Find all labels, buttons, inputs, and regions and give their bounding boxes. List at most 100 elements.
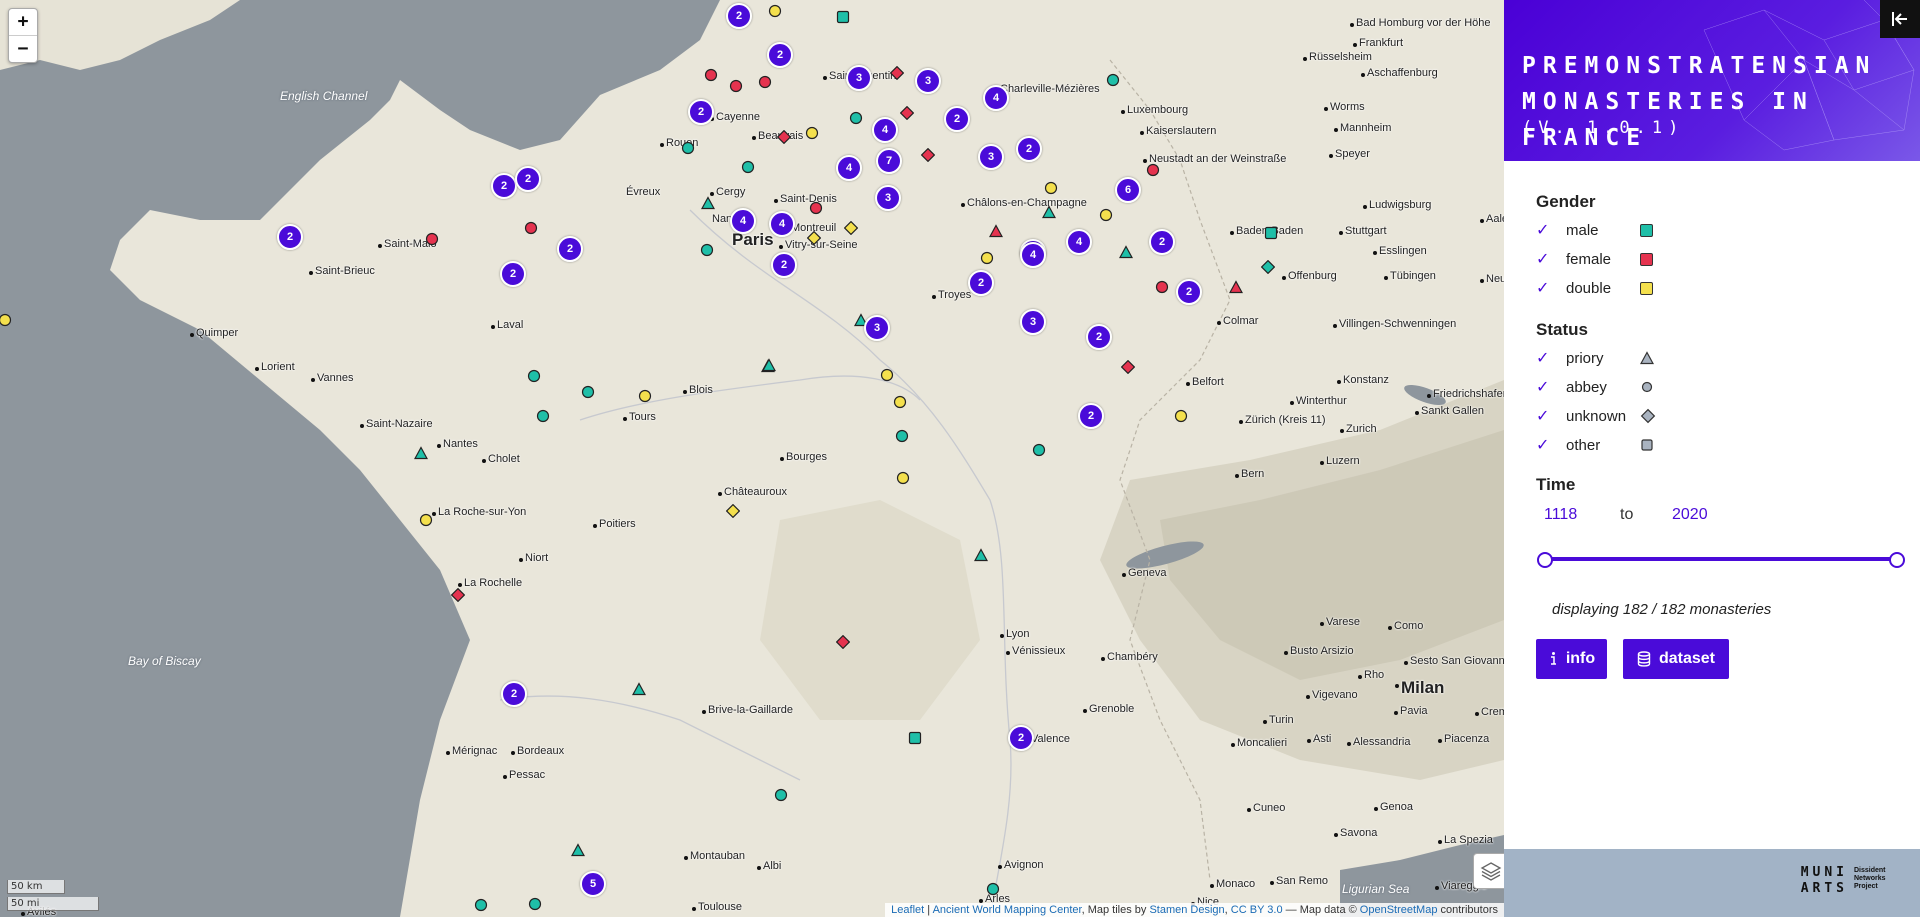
- abbey-male-marker[interactable]: [700, 243, 714, 257]
- cluster-marker[interactable]: 2: [501, 681, 527, 707]
- abbey-double-marker[interactable]: [638, 389, 652, 403]
- unknown-female-marker[interactable]: [921, 148, 935, 162]
- zoom-out-button[interactable]: −: [9, 36, 37, 62]
- collapse-panel-button[interactable]: [1880, 0, 1920, 38]
- cluster-marker[interactable]: 4: [730, 208, 756, 234]
- other-male-marker[interactable]: [908, 731, 922, 745]
- cc-link[interactable]: CC BY 3.0: [1231, 904, 1283, 916]
- cluster-marker[interactable]: 2: [1149, 229, 1175, 255]
- unknown-female-marker[interactable]: [836, 635, 850, 649]
- priory-male-marker[interactable]: [571, 843, 585, 857]
- cluster-marker[interactable]: 4: [769, 211, 795, 237]
- filter-gender-female[interactable]: ✓ female: [1536, 249, 1653, 269]
- abbey-female-marker[interactable]: [704, 68, 718, 82]
- abbey-double-marker[interactable]: [768, 4, 782, 18]
- cluster-marker[interactable]: 3: [846, 65, 872, 91]
- stamen-link[interactable]: Stamen Design: [1149, 904, 1224, 916]
- cluster-marker[interactable]: 2: [726, 3, 752, 29]
- cluster-marker[interactable]: 3: [1020, 309, 1046, 335]
- abbey-female-marker[interactable]: [809, 201, 823, 215]
- priory-male-marker[interactable]: [1119, 245, 1133, 259]
- filter-gender-male[interactable]: ✓ male: [1536, 220, 1653, 240]
- abbey-male-marker[interactable]: [474, 898, 488, 912]
- slider-handle-end[interactable]: [1889, 552, 1905, 568]
- abbey-double-marker[interactable]: [419, 513, 433, 527]
- cluster-marker[interactable]: 4: [872, 117, 898, 143]
- unknown-double-marker[interactable]: [844, 221, 858, 235]
- cluster-marker[interactable]: 2: [557, 236, 583, 262]
- osm-link[interactable]: OpenStreetMap: [1360, 904, 1438, 916]
- awmc-link[interactable]: Ancient World Mapping Center: [933, 904, 1082, 916]
- abbey-female-marker[interactable]: [1146, 163, 1160, 177]
- priory-female-marker[interactable]: [1229, 280, 1243, 294]
- abbey-double-marker[interactable]: [805, 126, 819, 140]
- abbey-male-marker[interactable]: [681, 141, 695, 155]
- abbey-female-marker[interactable]: [758, 75, 772, 89]
- unknown-female-marker[interactable]: [900, 106, 914, 120]
- cluster-marker[interactable]: 2: [1016, 136, 1042, 162]
- filter-status-priory[interactable]: ✓ priory: [1536, 348, 1654, 368]
- time-range-slider[interactable]: [1537, 552, 1905, 568]
- priory-female-marker[interactable]: [989, 224, 1003, 238]
- other-male-marker[interactable]: [836, 10, 850, 24]
- cluster-marker[interactable]: 2: [944, 106, 970, 132]
- time-to-value[interactable]: 2020: [1672, 506, 1708, 524]
- cluster-marker[interactable]: 3: [864, 315, 890, 341]
- cluster-marker[interactable]: 2: [771, 252, 797, 278]
- abbey-male-marker[interactable]: [1032, 443, 1046, 457]
- cluster-marker[interactable]: 4: [836, 155, 862, 181]
- abbey-male-marker[interactable]: [1106, 73, 1120, 87]
- abbey-double-marker[interactable]: [893, 395, 907, 409]
- info-button[interactable]: info: [1536, 639, 1607, 679]
- abbey-male-marker[interactable]: [536, 409, 550, 423]
- unknown-double-marker[interactable]: [726, 504, 740, 518]
- cluster-marker[interactable]: 3: [875, 185, 901, 211]
- abbey-male-marker[interactable]: [774, 788, 788, 802]
- unknown-female-marker[interactable]: [1121, 360, 1135, 374]
- unknown-female-marker[interactable]: [890, 66, 904, 80]
- other-male-marker[interactable]: [1264, 226, 1278, 240]
- slider-handle-start[interactable]: [1537, 552, 1553, 568]
- map[interactable]: English Channel Bay of Biscay Ligurian S…: [0, 0, 1504, 917]
- abbey-female-marker[interactable]: [524, 221, 538, 235]
- abbey-male-marker[interactable]: [741, 160, 755, 174]
- unknown-double-marker[interactable]: [807, 231, 821, 245]
- unknown-female-marker[interactable]: [777, 130, 791, 144]
- abbey-male-marker[interactable]: [528, 897, 542, 911]
- abbey-male-marker[interactable]: [986, 882, 1000, 896]
- abbey-female-marker[interactable]: [1155, 280, 1169, 294]
- abbey-female-marker[interactable]: [425, 232, 439, 246]
- cluster-marker[interactable]: 2: [688, 99, 714, 125]
- zoom-in-button[interactable]: +: [9, 9, 37, 36]
- time-from-value[interactable]: 1118: [1544, 506, 1577, 524]
- priory-male-marker[interactable]: [974, 548, 988, 562]
- abbey-double-marker[interactable]: [896, 471, 910, 485]
- dataset-button[interactable]: dataset: [1623, 639, 1729, 679]
- cluster-marker[interactable]: 2: [491, 173, 517, 199]
- cluster-marker[interactable]: 2: [1086, 324, 1112, 350]
- leaflet-link[interactable]: Leaflet: [891, 904, 924, 916]
- filter-status-other[interactable]: ✓ other: [1536, 435, 1654, 455]
- filter-gender-double[interactable]: ✓ double: [1536, 278, 1653, 298]
- abbey-double-marker[interactable]: [980, 251, 994, 265]
- priory-male-marker[interactable]: [414, 446, 428, 460]
- abbey-double-marker[interactable]: [1099, 208, 1113, 222]
- abbey-double-marker[interactable]: [1044, 181, 1058, 195]
- cluster-marker[interactable]: 2: [968, 270, 994, 296]
- cluster-marker[interactable]: 3: [915, 68, 941, 94]
- cluster-marker[interactable]: 6: [1115, 177, 1141, 203]
- cluster-marker[interactable]: 4: [1020, 242, 1046, 268]
- abbey-male-marker[interactable]: [849, 111, 863, 125]
- unknown-female-marker[interactable]: [451, 588, 465, 602]
- cluster-marker[interactable]: 2: [1176, 279, 1202, 305]
- priory-male-marker[interactable]: [632, 682, 646, 696]
- cluster-marker[interactable]: 2: [515, 166, 541, 192]
- abbey-male-marker[interactable]: [527, 369, 541, 383]
- layers-button[interactable]: [1473, 853, 1504, 889]
- abbey-female-marker[interactable]: [729, 79, 743, 93]
- cluster-marker[interactable]: 2: [1078, 403, 1104, 429]
- muni-arts-logo[interactable]: MUNI ARTS Dissident Networks Project: [1801, 865, 1900, 897]
- cluster-marker[interactable]: 2: [1008, 725, 1034, 751]
- unknown-male-marker[interactable]: [1261, 260, 1275, 274]
- cluster-marker[interactable]: 2: [500, 261, 526, 287]
